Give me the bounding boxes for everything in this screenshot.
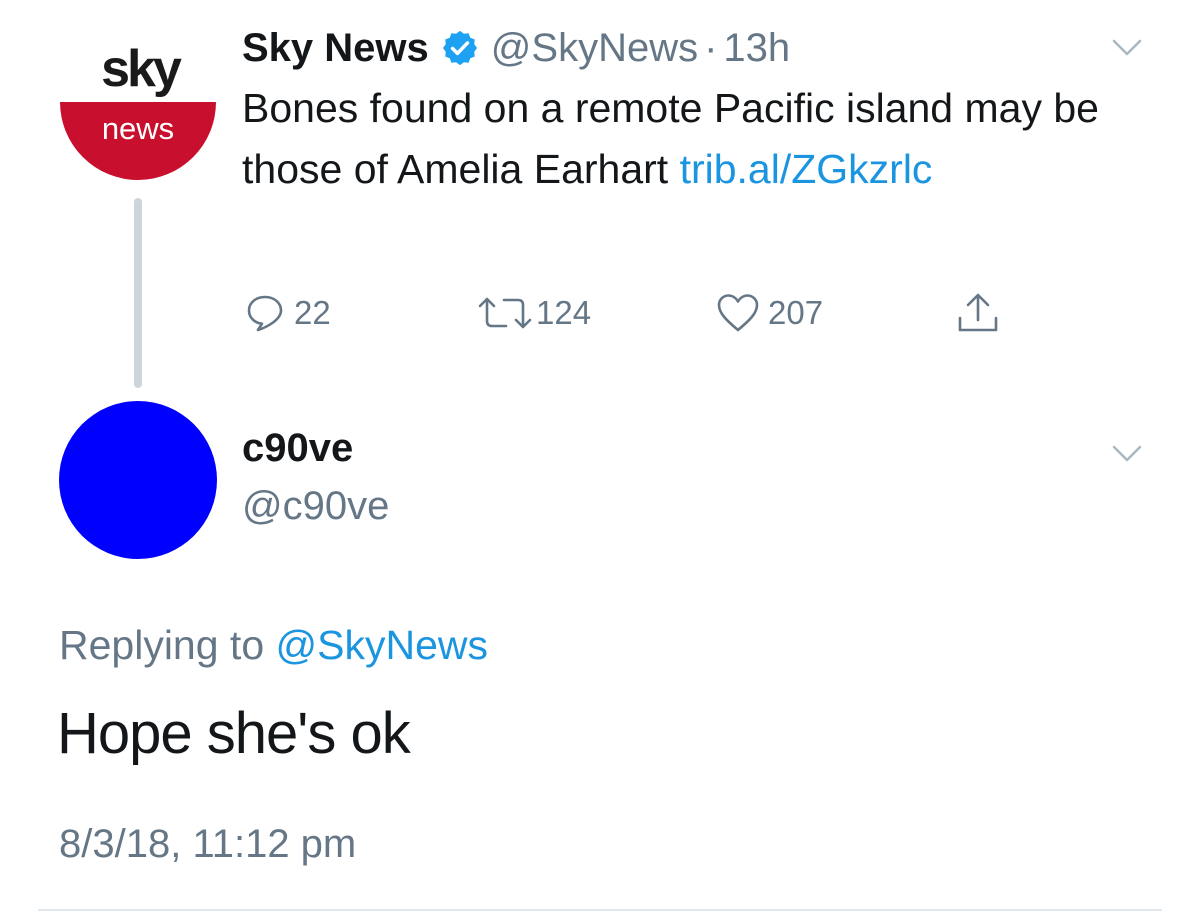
retweet-action[interactable]: 124 [476,290,591,336]
divider [38,909,1162,911]
tweet-body-text: Bones found on a remote Pacific island m… [242,85,1099,192]
tweet-text: Bones found on a remote Pacific island m… [242,78,1122,200]
retweet-icon [476,292,534,334]
reply-action[interactable]: 22 [244,290,331,336]
share-action[interactable] [955,290,1001,336]
sky-news-logo: sky news [60,40,216,180]
reply-count: 22 [294,294,331,331]
share-icon [955,290,1001,336]
replying-to-line: Replying to @SkyNews [59,622,488,669]
tweet-author-name[interactable]: Sky News [242,26,429,71]
replying-to-label: Replying to [59,622,276,668]
chevron-down-icon[interactable] [1112,38,1142,58]
retweet-count: 124 [536,294,592,331]
reply-icon [244,292,286,334]
reply-author-avatar[interactable] [59,401,217,559]
like-count: 207 [768,294,824,331]
reply-text: Hope she's ok [57,701,411,766]
logo-sky-text: sky [101,40,182,98]
tweet-link[interactable]: trib.al/ZGkzrlc [680,146,933,192]
verified-badge-icon [441,29,479,67]
tweet-author-handle[interactable]: @SkyNews [491,26,698,71]
reply-timestamp: 8/3/18, 11:12 pm [59,822,357,866]
logo-news-text: news [102,111,174,146]
dot-separator: · [704,25,718,70]
like-action[interactable]: 207 [716,290,823,336]
chevron-down-icon[interactable] [1112,444,1142,464]
replying-to-handle[interactable]: @SkyNews [276,622,489,668]
tweet-action-bar: 22 124 207 [0,290,1200,336]
heart-icon [716,292,760,334]
reply-author-name[interactable]: c90ve [242,426,353,471]
tweet-time[interactable]: 13h [723,26,790,71]
reply-author-handle[interactable]: @c90ve [242,484,389,529]
tweet-header: Sky News @SkyNews · 13h [242,22,790,74]
sky-news-avatar[interactable]: sky news [58,30,218,190]
